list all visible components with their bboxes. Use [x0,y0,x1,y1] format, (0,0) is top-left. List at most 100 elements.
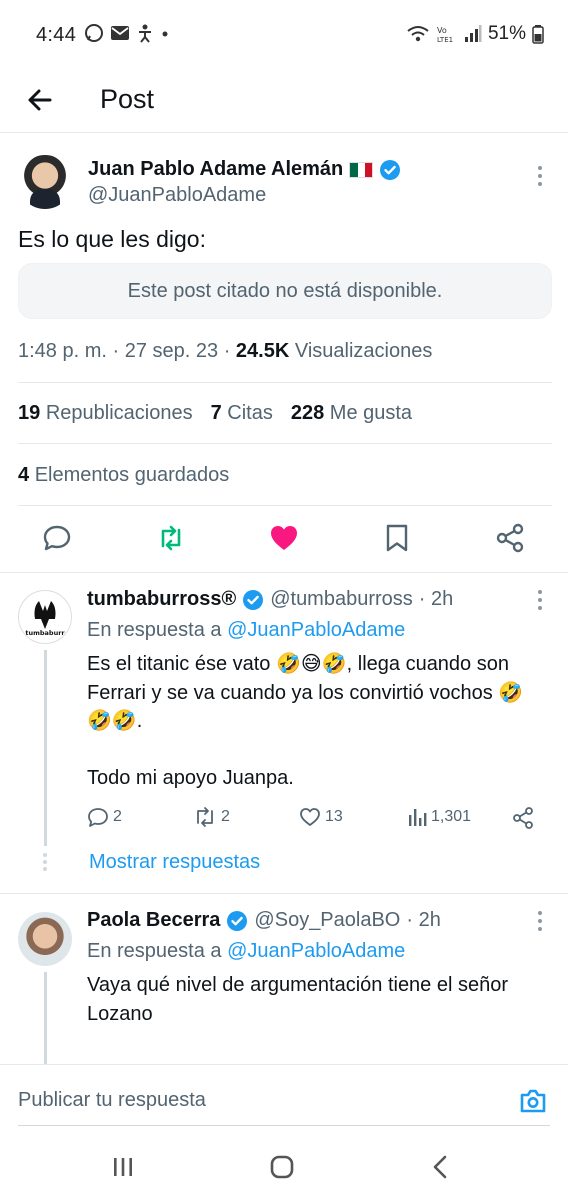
back-arrow-icon[interactable] [22,82,58,118]
reply-header[interactable]: tumbaburross® @tumbaburross · 2h [87,588,453,611]
show-replies-link[interactable]: Mostrar respuestas [89,851,260,874]
post-date: 27 sep. 23 [124,340,219,362]
divider [0,572,568,573]
bookmarks-stat[interactable]: 4 Elementos guardados [18,464,229,487]
reply-header[interactable]: Paola Becerra @Soy_PaolaBO · 2h [87,909,441,932]
like-count: 13 [325,808,343,825]
reply-avatar[interactable]: tumbaburr [18,590,72,644]
composer-underline [18,1125,550,1126]
reply-prefix: En respuesta a [87,940,222,962]
reply-age: · 2h [406,909,441,931]
quotes-stat[interactable]: 7 Citas [211,402,273,425]
repost-icon [197,807,213,827]
reply-composer[interactable]: Publicar tu respuesta [0,1064,568,1126]
reply-to-mention[interactable]: @JuanPabloAdame [227,940,405,962]
recent-apps-icon[interactable] [110,1154,136,1180]
views-count: 1,301 [431,808,472,825]
reply-input-placeholder[interactable]: Publicar tu respuesta [18,1089,206,1112]
post-meta: 1:48 p. m. · 27 sep. 23 · 24.5K Visualiz… [18,340,433,362]
more-options-icon[interactable] [536,589,544,611]
accessibility-icon [139,24,151,43]
more-options-icon[interactable] [536,910,544,932]
post-actions [0,522,568,558]
reply-text-paragraph: Todo mi apoyo Juanpa. [87,766,294,789]
author-avatar[interactable] [18,155,72,209]
reply-action-reply[interactable]: 2 [87,806,122,828]
camera-icon[interactable] [518,1087,548,1115]
wifi-icon [407,26,429,42]
mexico-flag-icon [349,161,374,178]
reply-to-mention[interactable]: @JuanPabloAdame [227,619,405,641]
mail-icon [111,26,129,40]
divider [0,132,568,133]
reply-icon[interactable] [41,522,73,554]
thread-dots-icon [43,853,47,871]
reply-text: Vaya qué nivel de argumentación tiene el… [87,971,527,1028]
tumbaburross-logo: tumbaburr [25,601,65,637]
reply-age: · 2h [418,588,454,610]
views-label: Visualizaciones [294,340,433,362]
quoted-post-message: Este post citado no está disponible. [127,279,443,302]
reply-icon [88,808,108,827]
reply-to-line: En respuesta a @JuanPabloAdame [87,940,405,963]
whatsapp-icon [85,24,103,42]
reply-count: 2 [113,808,122,825]
reply-action-like[interactable]: 13 [299,806,343,828]
more-options-icon[interactable] [536,164,544,188]
thread-line [44,650,47,846]
reply-author-handle[interactable]: @tumbaburross [270,588,413,611]
back-nav-icon[interactable] [428,1154,454,1180]
repost-icon[interactable] [155,522,187,554]
reply-to-line: En respuesta a @JuanPabloAdame [87,619,405,642]
battery-icon [532,25,544,44]
system-nav-bar [0,1138,568,1200]
post-text: Es lo que les digo: [18,226,206,252]
home-icon[interactable] [269,1154,295,1180]
divider [18,382,552,383]
reply-text-paragraph: Es el titanic ése vato 🤣😅🤣, llega cuando… [87,653,524,732]
heart-icon [300,808,320,826]
divider [0,893,568,894]
repost-count: 2 [221,808,230,825]
signal-icon [464,25,482,42]
reply-prefix: En respuesta a [87,619,222,641]
volte-icon: VoLTE1 [437,26,453,44]
reply-avatar[interactable] [18,912,72,966]
share-icon[interactable] [511,806,535,830]
views-count: 24.5K [235,340,290,362]
svg-text:Vo: Vo [437,26,447,35]
app-header: Post [0,72,568,130]
reply-action-views[interactable]: 1,301 [407,806,471,828]
quoted-post-unavailable: Este post citado no está disponible. [18,263,552,319]
notification-icons [84,23,170,43]
verified-badge-icon [243,589,264,610]
author-name-row[interactable]: Juan Pablo Adame Alemán [88,158,401,181]
engagement-stats: 19 Republicaciones 7 Citas 228 Me gusta [18,402,412,425]
views-chart-icon [409,809,427,826]
reply-text: Es el titanic ése vato 🤣😅🤣, llega cuando… [87,650,527,792]
bookmark-icon[interactable] [381,522,413,554]
divider [18,505,552,506]
reposts-stat[interactable]: 19 Republicaciones [18,402,193,425]
likes-stat[interactable]: 228 Me gusta [291,402,412,425]
status-bar: 4:44 Vo LTE1 51% [0,0,568,72]
divider [18,443,552,444]
reply-actions: 2 2 13 1,301 [87,806,547,834]
verified-badge-icon [227,910,248,931]
system-icons: Vo LTE1 51% [406,23,544,45]
avatar-text: tumbaburr [25,629,65,637]
like-heart-icon[interactable] [268,522,300,554]
author-handle[interactable]: @JuanPabloAdame [88,184,266,207]
reply-action-repost[interactable]: 2 [193,806,230,828]
verified-badge-icon [380,159,401,180]
page-title: Post [100,84,155,114]
reply-author-name[interactable]: tumbaburross® [87,588,236,611]
reply-author-handle[interactable]: @Soy_PaolaBO [254,909,400,932]
thread-line [44,972,47,1064]
reply-author-name[interactable]: Paola Becerra [87,909,220,932]
battery-percent: 51% [487,23,526,44]
author-name[interactable]: Juan Pablo Adame Alemán [88,158,343,181]
post-time: 1:48 p. m. [18,340,107,362]
dot-icon [162,31,168,37]
share-icon[interactable] [494,522,526,554]
